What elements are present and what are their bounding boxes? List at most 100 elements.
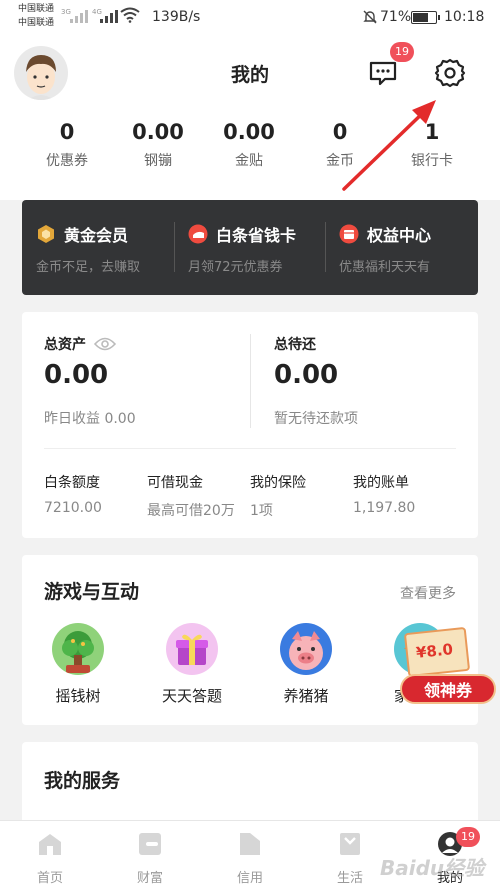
game-daily-quiz[interactable]: 天天答题 [142,623,242,706]
wifi-icon [120,7,140,23]
stat-label: 优惠券 [46,153,88,169]
quick-item-title: 可借现金 [147,475,203,491]
member-subtitle: 优惠福利天天有 [339,260,431,275]
game-money-tree[interactable]: 摇钱树 [28,623,128,706]
stat-gold-coins[interactable]: 0 金币 [295,116,385,170]
gold-member-entry[interactable]: 黄金会员 金币不足，去赚取 [22,200,172,295]
mute-bell-icon [363,10,377,24]
section-title: 我的服务 [44,770,121,792]
quick-item-bills[interactable]: 我的账单 1,197.80 [353,472,458,516]
stat-label: 金贴 [235,153,263,169]
messages-button[interactable] [368,58,398,88]
assets-card: 总资产 0.00 昨日收益 0.00 总待还 0.00 暂无待还款项 白条额度 … [22,312,478,538]
battery-icon [411,11,440,24]
life-icon [340,833,360,855]
see-more-link[interactable]: 查看更多 [400,583,456,603]
quick-item-title: 我的保险 [250,475,306,491]
game-raise-pig[interactable]: 养猪猪 [256,623,356,706]
total-pending-value[interactable]: 0.00 [274,360,338,390]
tab-wealth[interactable]: 财富 [120,831,180,886]
tab-label: 信用 [236,871,263,886]
status-bar: 中国联通 中国联通 3G 4G 139B/s 71% 10:18 [0,0,500,36]
game-label: 天天答题 [161,687,222,705]
stat-label: 银行卡 [411,153,453,169]
tab-home[interactable]: 首页 [20,831,80,886]
tab-credit[interactable]: 信用 [220,831,280,886]
gear-icon [434,58,466,88]
coupon-float[interactable]: ¥8.0 领神券 [398,626,498,708]
tab-life[interactable]: 生活 [320,831,380,886]
member-title: 白条省钱卡 [216,226,297,245]
benefit-center-icon [339,224,359,244]
game-label: 摇钱树 [55,687,101,705]
quick-item-value: 1,197.80 [353,500,416,516]
yesterday-earnings: 昨日收益 0.00 [44,411,136,427]
member-title: 权益中心 [367,226,432,245]
settings-button[interactable] [433,56,467,90]
gold-member-icon [38,225,54,243]
profile-header: 我的 19 0 优惠券 0.00 钢镚 0.00 金贴 0 金币 1 银行卡 [0,36,500,200]
stat-gold-stickers[interactable]: 0.00 金贴 [204,116,294,170]
quick-item-baitiao-limit[interactable]: 白条额度 7210.00 [44,472,149,516]
signal-icon [100,9,122,23]
stat-label: 金币 [326,153,354,169]
home-icon [39,834,61,855]
message-badge: 19 [390,42,414,62]
tab-label: 财富 [136,871,163,886]
baitiao-card-icon [188,224,208,244]
stat-coins[interactable]: 0.00 钢镚 [113,116,203,170]
divider [44,448,456,449]
stat-value: 1 [424,120,440,144]
clock: 10:18 [444,9,485,25]
page-title: 我的 [230,64,269,86]
tab-label: 首页 [36,871,63,886]
money-tree-icon [62,631,94,673]
total-pending-label: 总待还 [274,337,316,353]
battery-percent: 71% [380,9,412,25]
total-assets-text: 总资产 [44,337,86,353]
divider [250,334,251,428]
quick-item-title: 白条额度 [44,475,100,491]
total-assets-value[interactable]: 0.00 [44,360,108,390]
quick-item-insurance[interactable]: 我的保险 1项 [250,472,355,520]
wealth-icon [139,833,161,855]
message-icon [369,61,397,86]
pending-status: 暂无待还款项 [274,411,358,427]
stat-value: 0.00 [132,120,184,144]
member-benefits-card: 黄金会员 金币不足，去赚取 白条省钱卡 月领72元优惠券 权益中心 优惠福利天天… [22,200,478,295]
stats-row: 0 优惠券 0.00 钢镚 0.00 金贴 0 金币 1 银行卡 [0,116,500,176]
battery-level [413,13,428,22]
quick-item-value: 1项 [250,503,273,519]
eye-icon[interactable] [94,337,116,351]
stat-value: 0 [59,120,75,144]
quick-item-cash-loan[interactable]: 可借现金 最高可借20万 [147,472,252,520]
signal-icon [70,9,92,23]
member-title: 黄金会员 [64,226,129,245]
member-subtitle: 月领72元优惠券 [188,260,283,275]
watermark-logo: Baidu经验 [380,856,485,880]
pig-icon [289,631,323,670]
tab-label: 生活 [336,871,363,886]
carrier-2: 中国联通 [18,18,55,28]
stat-bank-cards[interactable]: 1 银行卡 [387,116,477,170]
baitiao-card-entry[interactable]: 白条省钱卡 月领72元优惠券 [174,200,324,295]
benefit-center-entry[interactable]: 权益中心 优惠福利天天有 [325,200,475,295]
quick-item-value: 7210.00 [44,500,102,516]
stat-value: 0 [332,120,348,144]
stat-value: 0.00 [223,120,275,144]
credit-icon [240,833,260,855]
claim-coupon-button[interactable]: 领神券 [400,674,496,704]
coupon-amount: ¥8.0 [415,640,454,662]
stat-label: 钢镚 [144,153,172,169]
total-assets-label: 总资产 [44,334,116,354]
quick-item-title: 我的账单 [353,475,409,491]
network-speed: 139B/s [152,9,201,25]
quick-item-value: 最高可借20万 [147,503,235,519]
carrier-1: 中国联通 [18,4,55,14]
stat-coupons[interactable]: 0 优惠券 [22,116,112,170]
member-subtitle: 金币不足，去赚取 [36,260,141,275]
gift-box-icon [176,634,208,665]
profile-tab-badge: 19 [456,827,480,847]
game-label: 养猪猪 [283,687,329,705]
section-title: 游戏与互动 [44,581,140,603]
